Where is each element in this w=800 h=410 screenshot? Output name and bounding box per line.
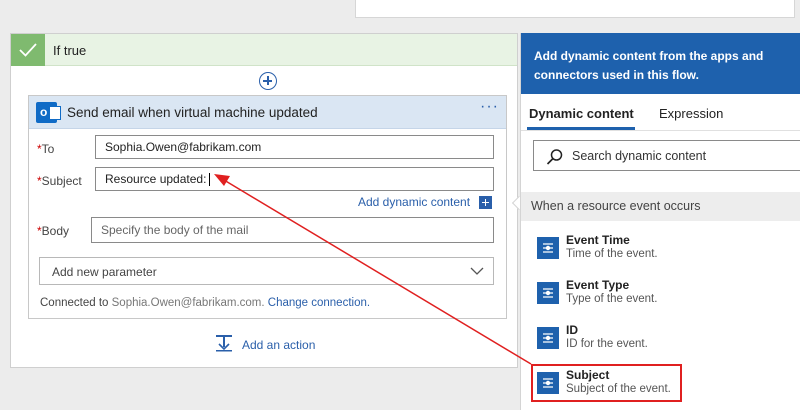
annotation-arrow [214,174,532,365]
